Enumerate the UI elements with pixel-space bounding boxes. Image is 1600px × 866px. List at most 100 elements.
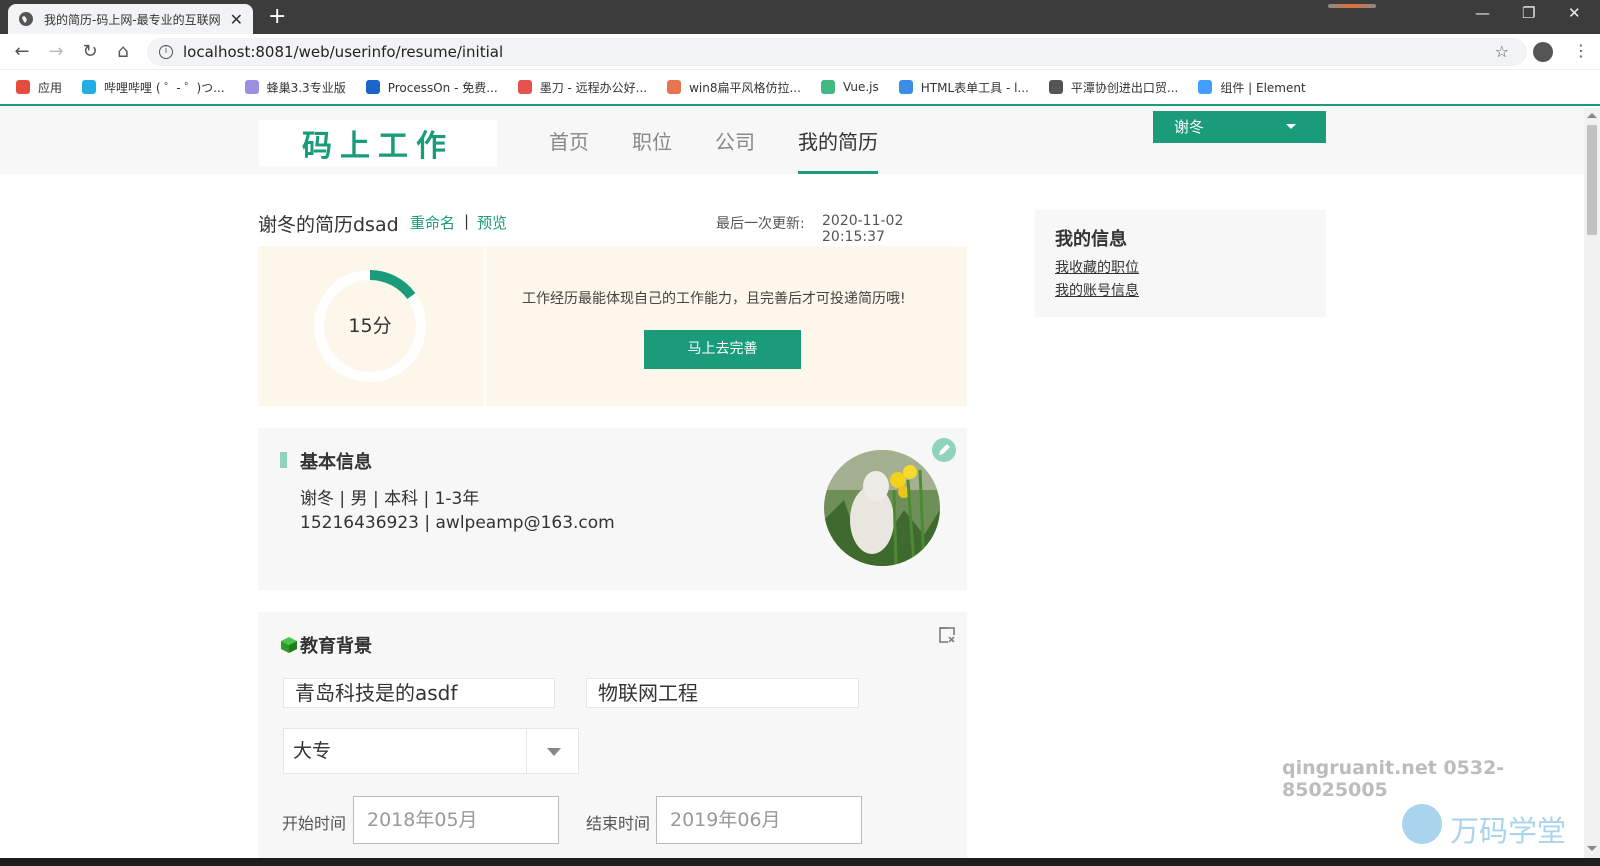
bookmark-item[interactable]: win8扁平风格仿拉... [667,79,801,96]
menu-icon[interactable]: ⋮ [1573,41,1589,60]
reload-icon[interactable]: ↻ [78,40,102,64]
bookmark-favicon-icon [365,80,380,94]
bookmark-item[interactable]: 组件 | Element [1198,79,1306,96]
account-info-link[interactable]: 我的账号信息 [1055,280,1139,300]
bookmark-star-icon[interactable]: ☆ [1495,42,1509,61]
bookmark-favicon-icon [898,80,913,94]
degree-value: 大专 [293,740,332,762]
user-name: 谢冬 [1174,118,1205,136]
select-divider [526,729,527,773]
address-bar[interactable]: i localhost:8081/web/userinfo/resume/ini… [147,38,1527,66]
basic-info-contact: 15216436923 | awlpeamp@163.com [300,513,615,533]
url-text: localhost:8081/web/userinfo/resume/initi… [183,43,504,61]
nav-my-resume[interactable]: 我的简历 [798,126,878,174]
watermark-contact: qingruanit.net 0532-85025005 [1282,757,1505,801]
last-updated-value: 2020-11-02 20:15:37 [822,213,904,245]
resume-score-panel: 15分 工作经历最能体现自己的工作能力，且完善后才可投递简历哦! 马上去完善 [258,246,967,406]
start-time-label: 开始时间 [282,814,347,833]
bookmark-label: 哔哩哔哩 ( ゜- ゜)つ... [104,80,225,95]
bookmark-favicon-icon [244,80,259,94]
edit-icon[interactable] [932,438,956,462]
rename-link[interactable]: 重命名 [410,212,455,233]
scroll-down-icon[interactable] [1587,846,1597,851]
score-value: 15分 [348,315,392,337]
back-icon[interactable]: ← [10,40,34,64]
bookmark-item[interactable]: 应用 [16,79,62,96]
bookmark-label: HTML表单工具 - l... [920,80,1029,95]
forward-icon[interactable]: → [44,40,68,64]
school-input[interactable]: 青岛科技是的asdf [283,678,555,708]
watermark-logo [1402,804,1442,844]
bookmark-label: 墨刀 - 远程办公好... [539,80,648,95]
restore-icon[interactable]: ❐ [1522,4,1535,22]
education-card: 教育背景 青岛科技是的asdf 物联网工程 大专 开始时间 2018年05月 结… [258,612,967,862]
chevron-down-icon [547,748,561,756]
bookmark-favicon-icon [1198,80,1213,94]
degree-select[interactable]: 大专 [283,728,579,774]
globe-icon [19,12,33,26]
bookmark-favicon-icon [820,80,835,94]
bookmark-favicon-icon [667,80,682,94]
minimize-icon[interactable]: — [1475,4,1490,22]
start-time-input[interactable]: 2018年05月 [353,796,559,844]
bookmark-item[interactable]: HTML表单工具 - l... [898,79,1029,96]
close-tab-icon[interactable]: ✕ [230,10,243,29]
basic-info-title: 基本信息 [300,452,372,473]
score-ring-area: 15分 [258,246,486,406]
nav-jobs[interactable]: 职位 [632,126,672,174]
complete-now-button[interactable]: 马上去完善 [644,330,801,369]
major-input[interactable]: 物联网工程 [586,678,859,708]
last-updated-label: 最后一次更新: [716,216,805,232]
tab-title: 我的简历-码上网-最专业的互联网 [44,12,221,27]
bookmarks-bar: 应用 哔哩哔哩 ( ゜- ゜)つ... 蜂巢3.3专业版 ProcessOn - 免费… [0,70,1600,106]
bookmark-favicon-icon [1048,80,1063,94]
preview-link[interactable]: 预览 [477,212,507,233]
bookmark-label: 平潭协创进出口贸... [1070,80,1179,95]
window-drag-indicator [1328,4,1376,8]
bookmark-label: 蜂巢3.3专业版 [266,80,346,95]
bookmark-favicon-icon [16,80,30,94]
close-window-icon[interactable]: ✕ [1568,4,1581,22]
score-tip: 工作经历最能体现自己的工作能力，且完善后才可投递简历哦! [522,291,906,307]
saved-jobs-link[interactable]: 我收藏的职位 [1055,257,1139,277]
separator: | [464,212,470,230]
bookmark-item[interactable]: 墨刀 - 远程办公好... [517,79,648,96]
watermark-brand: 万码学堂 [1450,814,1567,848]
my-info-sidebar: 我的信息 我收藏的职位 我的账号信息 [1035,210,1326,317]
resume-heading: 谢冬的简历dsad 重命名 | 预览 最后一次更新: 2020-11-02 20… [258,210,968,245]
caret-down-icon [1286,124,1296,129]
bookmark-item[interactable]: 平潭协创进出口贸... [1048,79,1179,96]
home-icon[interactable]: ⌂ [111,40,135,64]
education-title: 教育背景 [300,636,372,657]
site-logo[interactable]: 码上工作 [259,120,497,166]
page-scrollbar[interactable] [1584,108,1600,858]
bookmark-label: 应用 [38,80,63,95]
bookmark-label: win8扁平风格仿拉... [689,80,801,95]
scroll-thumb[interactable] [1587,125,1597,235]
bookmark-item[interactable]: 哔哩哔哩 ( ゜- ゜)つ... [82,79,225,96]
scroll-up-icon[interactable] [1587,113,1597,118]
end-time-input[interactable]: 2019年06月 [656,796,862,844]
section-marker [280,452,287,468]
nav-home[interactable]: 首页 [549,126,589,174]
account-icon[interactable] [1533,42,1553,62]
basic-info-summary: 谢冬 | 男 | 本科 | 1-3年 [300,489,480,509]
user-dropdown[interactable]: 谢冬 [1153,111,1326,143]
bookmark-item[interactable]: ProcessOn - 免费... [365,79,498,96]
bookmark-item[interactable]: Vue.js [820,80,879,94]
resume-title: 谢冬的简历dsad [258,214,399,236]
bookmark-label: Vue.js [842,80,879,94]
bookmark-item[interactable]: 蜂巢3.3专业版 [244,79,346,96]
new-tab-icon[interactable]: + [268,4,286,30]
bookmark-favicon-icon [517,80,532,94]
address-toolbar: ← → ↻ ⌂ i localhost:8081/web/userinfo/re… [0,34,1600,70]
remove-section-icon[interactable] [938,626,956,644]
nav-companies[interactable]: 公司 [715,126,755,174]
basic-info-card: 基本信息 谢冬 | 男 | 本科 | 1-3年 15216436923 | aw… [258,428,967,590]
bookmark-label: 组件 | Element [1220,80,1306,95]
end-time-label: 结束时间 [586,814,651,833]
site-info-icon[interactable]: i [159,45,173,59]
browser-tab[interactable]: 我的简历-码上网-最专业的互联网 ✕ [8,4,253,34]
browser-titlebar: 我的简历-码上网-最专业的互联网 ✕ + — ❐ ✕ [0,0,1600,34]
bookmark-label: ProcessOn - 免费... [387,80,498,95]
